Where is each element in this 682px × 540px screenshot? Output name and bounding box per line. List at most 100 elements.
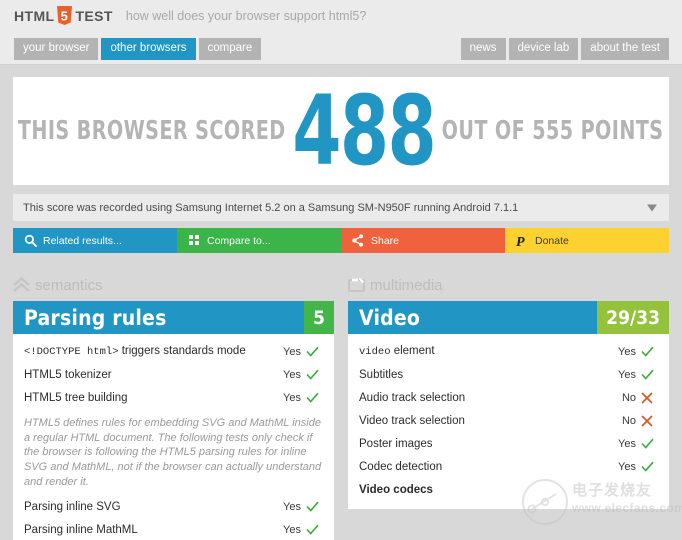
check-icon xyxy=(636,438,658,449)
check-icon xyxy=(636,369,658,380)
test-verdict: No xyxy=(621,391,636,404)
donate-label: Donate xyxy=(535,234,569,247)
search-icon xyxy=(23,234,37,248)
test-label: Audio track selection xyxy=(359,391,466,404)
panel-score-badge-parsing-rules: 5 xyxy=(304,301,334,334)
test-verdict: Yes xyxy=(283,523,301,536)
test-label: <!DOCTYPE html> triggers standards mode xyxy=(24,345,275,358)
check-icon xyxy=(301,392,323,403)
score-info-dropdown[interactable]: This score was recorded using Samsung In… xyxy=(13,194,669,221)
table-row[interactable]: Codec detection Yes xyxy=(359,455,658,478)
double-chevron-up-icon xyxy=(13,277,30,294)
panel-body-video: video element Yes Subtitles Yes Audio tr… xyxy=(348,334,669,509)
category-title-multimedia: multimedia xyxy=(370,276,443,294)
grid-icon xyxy=(187,234,201,248)
table-row[interactable]: video element Yes xyxy=(359,340,658,363)
tab-your-browser[interactable]: your browser xyxy=(14,38,99,60)
table-row[interactable]: Parsing inline MathML Yes xyxy=(24,518,323,540)
chevron-down-icon xyxy=(647,204,657,211)
screen-icon xyxy=(348,277,365,294)
table-row[interactable]: Audio track selection No xyxy=(359,386,658,409)
category-title-semantics: semantics xyxy=(35,276,103,294)
test-label-code: <!DOCTYPE html> xyxy=(24,346,119,358)
test-label: HTML5 tokenizer xyxy=(24,368,112,381)
html5-shield-icon: 5 xyxy=(56,6,73,26)
svg-text:5: 5 xyxy=(61,9,69,24)
table-row[interactable]: Video track selection No xyxy=(359,409,658,432)
score-prefix-label: THIS BROWSER SCORED xyxy=(18,116,286,146)
table-row[interactable]: Subtitles Yes xyxy=(359,363,658,386)
test-verdict: Yes xyxy=(618,437,636,450)
score-suffix-label: OUT OF 555 POINTS xyxy=(441,116,664,146)
test-verdict: No xyxy=(621,414,636,427)
test-label-code: video xyxy=(359,346,391,358)
panel-header-video[interactable]: Video 29/33 xyxy=(348,301,669,334)
logo-text-left: HTML xyxy=(14,8,55,24)
nav-about-the-test[interactable]: about the test xyxy=(581,38,669,60)
tab-compare[interactable]: compare xyxy=(198,38,262,60)
test-label: Parsing inline MathML xyxy=(24,523,138,536)
test-label: HTML5 tree building xyxy=(24,391,128,404)
test-verdict: Yes xyxy=(618,345,636,358)
test-verdict: Yes xyxy=(283,391,301,404)
test-verdict: Yes xyxy=(618,460,636,473)
cross-icon xyxy=(636,391,658,404)
test-verdict: Yes xyxy=(283,500,301,513)
panel-header-parsing-rules[interactable]: Parsing rules 5 xyxy=(13,301,334,334)
paypal-icon: P xyxy=(515,234,529,248)
test-verdict: Yes xyxy=(283,345,301,358)
table-row[interactable]: Parsing inline SVG Yes xyxy=(24,495,323,518)
score-value: 488 xyxy=(292,74,438,187)
section-note: HTML5 defines rules for embedding SVG an… xyxy=(24,417,322,488)
score-info-text: This score was recorded using Samsung In… xyxy=(23,201,519,214)
related-results-button[interactable]: Related results... xyxy=(13,228,177,253)
score-banner: THIS BROWSER SCORED 488 OUT OF 555 POINT… xyxy=(13,77,669,185)
table-row[interactable]: <!DOCTYPE html> triggers standards mode … xyxy=(24,340,323,363)
check-icon xyxy=(636,461,658,472)
secondary-nav: news device lab about the test xyxy=(460,38,669,60)
panel-body-parsing-rules: <!DOCTYPE html> triggers standards mode … xyxy=(13,334,334,540)
site-header: HTML 5 TEST how well does your browser s… xyxy=(0,0,682,65)
donate-button[interactable]: P Donate xyxy=(505,228,669,253)
subsection-heading-row: Video codecs xyxy=(359,478,658,501)
test-label: Poster images xyxy=(359,437,433,450)
table-row[interactable]: HTML5 tokenizer Yes xyxy=(24,363,323,386)
category-header-multimedia: multimedia xyxy=(348,275,669,295)
check-icon xyxy=(301,524,323,535)
column-multimedia: multimedia Video 29/33 video element Yes… xyxy=(348,275,669,540)
test-label-rest: element xyxy=(390,345,435,357)
test-label: Video track selection xyxy=(359,414,465,427)
column-semantics: semantics Parsing rules 5 <!DOCTYPE html… xyxy=(13,275,334,540)
test-label: Codec detection xyxy=(359,460,443,473)
panel-title-parsing-rules: Parsing rules xyxy=(24,305,167,330)
test-verdict: Yes xyxy=(618,368,636,381)
check-icon xyxy=(636,346,658,357)
cross-icon xyxy=(636,414,658,427)
main-tabs: your browser other browsers compare xyxy=(14,38,262,60)
test-label-rest: triggers standards mode xyxy=(118,345,246,357)
nav-device-lab[interactable]: device lab xyxy=(508,38,579,60)
table-row[interactable]: Poster images Yes xyxy=(359,432,658,455)
related-results-label: Related results... xyxy=(43,234,122,247)
table-row[interactable]: HTML5 tree building Yes xyxy=(24,386,323,409)
logo-text-right: TEST xyxy=(75,8,113,24)
category-header-semantics: semantics xyxy=(13,275,334,295)
svg-text:P: P xyxy=(516,235,525,248)
action-button-bar: Related results... Compare to... Share P… xyxy=(13,228,669,253)
tab-other-browsers[interactable]: other browsers xyxy=(101,38,196,60)
site-tagline: how well does your browser support html5… xyxy=(125,9,367,23)
compare-to-button[interactable]: Compare to... xyxy=(177,228,341,253)
panel-score-badge-video: 29/33 xyxy=(597,301,669,334)
share-label: Share xyxy=(371,234,400,247)
test-label: Subtitles xyxy=(359,368,404,381)
share-icon xyxy=(351,234,365,248)
logo-wordmark: HTML 5 TEST xyxy=(14,6,113,26)
share-button[interactable]: Share xyxy=(341,228,505,253)
test-label: Parsing inline SVG xyxy=(24,500,121,513)
brand-logo[interactable]: HTML 5 TEST how well does your browser s… xyxy=(14,6,366,26)
check-icon xyxy=(301,501,323,512)
compare-to-label: Compare to... xyxy=(207,234,271,247)
panel-title-video: Video xyxy=(359,305,421,330)
nav-news[interactable]: news xyxy=(460,38,506,60)
subsection-heading-label: Video codecs xyxy=(359,483,433,496)
